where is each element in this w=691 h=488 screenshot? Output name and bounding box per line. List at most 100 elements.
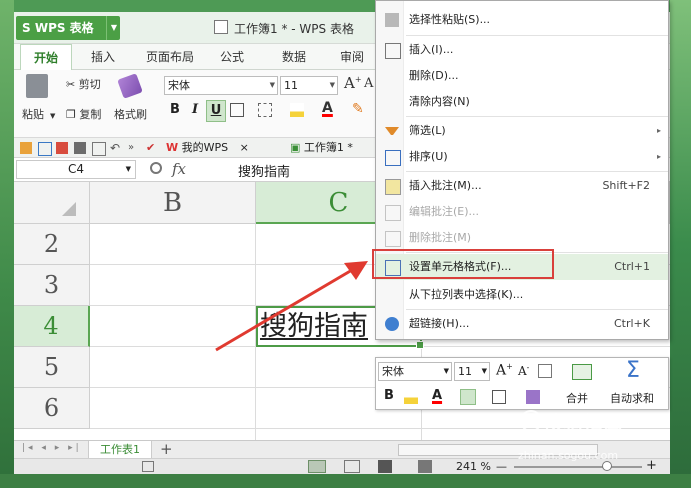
menu-item-insert[interactable]: 插入(I)...	[376, 37, 668, 63]
undo-icon[interactable]: ↶	[110, 142, 122, 154]
menu-item-paste-special[interactable]: 选择性粘贴(S)...	[376, 7, 668, 33]
cut-label: 剪切	[78, 78, 101, 91]
pin-icon[interactable]: ✔	[146, 142, 158, 154]
tab-workbook[interactable]: ▣ 工作簿1 *	[290, 138, 353, 158]
copy-label: 复制	[79, 108, 102, 121]
close-icon[interactable]: ×	[240, 141, 249, 154]
grow-font-icon[interactable]: A+	[496, 362, 513, 379]
formula-input[interactable]: 搜狗指南	[238, 161, 290, 180]
menu-item-filter[interactable]: 筛选(L) ▸	[376, 118, 668, 144]
zoom-level[interactable]: 241 %	[456, 460, 491, 473]
calendar-icon[interactable]	[142, 461, 154, 472]
menu-shortcut: Shift+F2	[602, 179, 650, 192]
eye-protection-icon[interactable]	[418, 460, 432, 473]
font-name-value: 宋体	[168, 79, 190, 92]
font-name-select[interactable]: 宋体 ▼	[164, 76, 278, 95]
italic-button[interactable]: I	[186, 100, 204, 120]
save-icon[interactable]	[38, 142, 52, 156]
fill-handle[interactable]	[416, 341, 424, 349]
print-preview-icon[interactable]	[92, 142, 106, 156]
menu-item-sort[interactable]: 排序(U) ▸	[376, 144, 668, 170]
tab-data[interactable]: 数据	[272, 44, 316, 70]
grow-font-label: A	[344, 74, 355, 92]
add-sheet-button[interactable]: +	[160, 440, 173, 458]
mini-font-name-select[interactable]: 宋体 ▼	[378, 362, 452, 381]
mini-fill-color-icon[interactable]	[404, 390, 418, 404]
select-all-corner[interactable]	[14, 182, 90, 224]
hyperlink-icon	[385, 317, 399, 331]
print-icon[interactable]	[74, 142, 86, 154]
desktop-background-right	[670, 0, 691, 488]
shrink-font-icon[interactable]: A-	[518, 363, 529, 378]
cut-button[interactable]: ✂ 剪切	[66, 76, 101, 92]
cell-style-icon[interactable]	[258, 103, 272, 117]
normal-view-icon[interactable]	[308, 460, 326, 473]
row-header-2[interactable]: 2	[14, 224, 90, 265]
tab-formulas[interactable]: 公式	[210, 44, 254, 70]
insert-comment-icon	[385, 179, 401, 195]
sheet-nav-arrows-icon[interactable]: |◂ ◂ ▸ ▸|	[22, 443, 82, 453]
row-header-3[interactable]: 3	[14, 265, 90, 306]
mini-borders-icon[interactable]	[492, 390, 506, 404]
zoom-out-button[interactable]: —	[496, 460, 507, 473]
copy-button[interactable]: ❐ 复制	[66, 106, 101, 122]
name-box[interactable]: C4 ▼	[16, 160, 136, 179]
reading-view-icon[interactable]	[378, 460, 392, 473]
menu-shortcut: Ctrl+K	[613, 317, 650, 330]
mini-font-color-icon[interactable]: A	[432, 388, 442, 403]
paste-button[interactable]: 粘贴	[22, 106, 44, 122]
row-header-5[interactable]: 5	[14, 347, 90, 388]
open-folder-icon[interactable]	[20, 142, 32, 154]
font-color-button[interactable]: A	[322, 100, 333, 116]
bold-button[interactable]: B	[166, 100, 184, 120]
paste-icon[interactable]	[26, 74, 48, 98]
tab-review[interactable]: 审阅	[330, 44, 374, 70]
menu-label: 删除批注(M)	[409, 231, 472, 244]
insert-function-button[interactable]: fx	[172, 160, 186, 178]
sheet-tab-active[interactable]: 工作表1	[88, 441, 152, 459]
menu-item-insert-comment[interactable]: 插入批注(M)... Shift+F2	[376, 173, 668, 199]
align-center-icon[interactable]	[460, 389, 476, 405]
tab-mywps[interactable]: W 我的WPS ×	[166, 138, 249, 158]
app-menu-button[interactable]: S WPS 表格 ▼	[16, 16, 120, 40]
more-icon[interactable]: »	[128, 142, 140, 154]
clear-format-icon[interactable]: ✎	[352, 101, 364, 117]
zoom-in-button[interactable]: +	[646, 458, 657, 473]
grow-font-button[interactable]: A+	[344, 74, 362, 92]
copy-icon: ❐	[66, 108, 76, 121]
mini-format-icon[interactable]	[538, 364, 552, 378]
underline-button[interactable]: U	[206, 100, 226, 122]
merge-icon[interactable]	[572, 364, 592, 380]
menu-label: 插入(I)...	[409, 43, 454, 56]
autosum-button[interactable]: 自动求和	[610, 390, 654, 406]
mini-font-size-select[interactable]: 11 ▼	[454, 362, 490, 381]
tab-home[interactable]: 开始	[20, 44, 72, 71]
menu-item-clear-contents[interactable]: 清除内容(N)	[376, 89, 668, 115]
borders-icon[interactable]	[230, 103, 244, 117]
tab-insert[interactable]: 插入	[80, 44, 126, 70]
row-header-4[interactable]: 4	[14, 306, 90, 347]
column-header-b[interactable]: B	[90, 182, 256, 224]
chevron-down-icon[interactable]: ▼	[106, 16, 121, 40]
name-box-value: C4	[67, 162, 84, 176]
tab-page-layout[interactable]: 页面布局	[136, 44, 204, 70]
zoom-slider-thumb[interactable]	[602, 461, 612, 471]
menu-item-delete[interactable]: 删除(D)...	[376, 63, 668, 89]
menu-item-pick-from-list[interactable]: 从下拉列表中选择(K)...	[376, 282, 668, 308]
mini-format-painter-icon[interactable]	[526, 390, 540, 404]
page-break-view-icon[interactable]	[344, 460, 360, 473]
menu-item-hyperlink[interactable]: 超链接(H)... Ctrl+K	[376, 311, 668, 337]
fill-color-icon[interactable]	[290, 103, 304, 117]
format-painter-icon[interactable]	[117, 73, 143, 99]
format-painter-button[interactable]: 格式刷	[114, 106, 147, 122]
row-header-6[interactable]: 6	[14, 388, 90, 429]
font-size-select[interactable]: 11 ▼	[280, 76, 338, 95]
zoom-slider[interactable]	[514, 466, 642, 468]
merge-button[interactable]: 合并	[566, 390, 588, 406]
search-icon[interactable]	[150, 162, 162, 174]
mini-bold-button[interactable]: B	[384, 388, 394, 403]
chevron-down-icon[interactable]: ▼	[50, 112, 55, 120]
autosum-icon[interactable]: Σ	[626, 358, 640, 383]
export-pdf-icon[interactable]	[56, 142, 68, 154]
shrink-font-button[interactable]: A	[364, 76, 373, 91]
